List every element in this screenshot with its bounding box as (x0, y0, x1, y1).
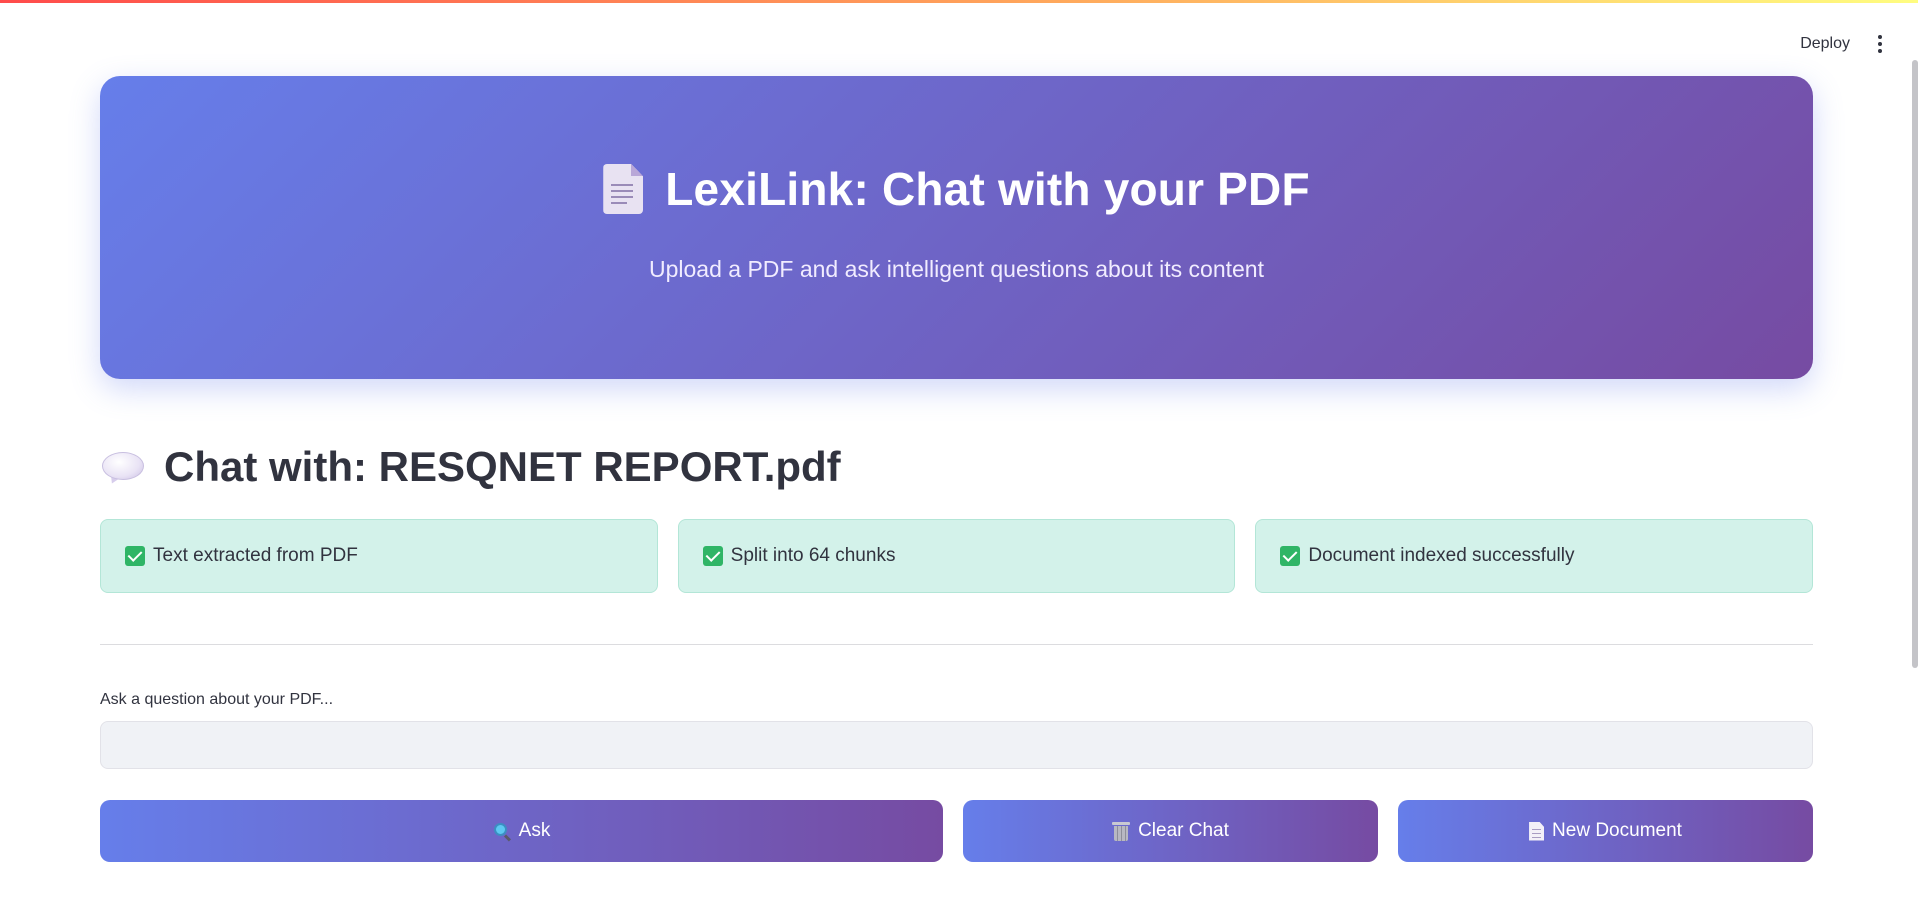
app-header-actions: Deploy (1800, 30, 1890, 58)
check-icon (1280, 546, 1301, 566)
hero-title: LexiLink: Chat with your PDF (665, 163, 1310, 215)
chat-heading: Chat with: RESQNET REPORT.pdf (164, 443, 841, 490)
clear-chat-button-label: Clear Chat (1138, 820, 1229, 841)
question-input[interactable] (100, 721, 1813, 769)
chat-heading-row: Chat with: RESQNET REPORT.pdf (100, 443, 1813, 491)
check-icon (702, 546, 723, 566)
page-scrollbar[interactable] (1912, 60, 1918, 668)
status-text: Document indexed successfully (1308, 545, 1575, 566)
trash-icon (1112, 821, 1131, 841)
kebab-menu-icon[interactable] (1870, 30, 1890, 58)
ask-button-label: Ask (518, 820, 551, 841)
hero-title-row: LexiLink: Chat with your PDF (603, 162, 1310, 216)
status-card-indexed: Document indexed successfully (1255, 519, 1814, 593)
status-row: Text extracted from PDF Split into 64 ch… (100, 519, 1814, 593)
new-document-button-label: New Document (1552, 820, 1682, 841)
hero-banner: LexiLink: Chat with your PDF Upload a PD… (100, 76, 1813, 379)
question-label: Ask a question about your PDF... (100, 691, 334, 708)
section-divider (100, 644, 1813, 645)
status-card-extracted: Text extracted from PDF (100, 519, 658, 593)
check-icon (125, 546, 145, 566)
speech-balloon-icon (100, 450, 146, 487)
hero-subtitle: Upload a PDF and ask intelligent questio… (649, 256, 1264, 282)
status-text: Split into 64 chunks (730, 545, 896, 566)
top-decoration-bar (0, 0, 1918, 3)
status-text: Text extracted from PDF (153, 545, 358, 566)
page-icon (1529, 821, 1545, 841)
status-card-chunks: Split into 64 chunks (677, 519, 1236, 593)
new-document-button[interactable]: New Document (1398, 800, 1813, 862)
main-content: LexiLink: Chat with your PDF Upload a PD… (100, 76, 1814, 862)
document-icon (603, 164, 644, 214)
ask-button[interactable]: Ask (100, 800, 943, 862)
magnifier-icon (493, 822, 511, 842)
clear-chat-button[interactable]: Clear Chat (963, 800, 1378, 862)
action-button-row: Ask Clear Chat New Document (100, 800, 1813, 862)
deploy-button[interactable]: Deploy (1800, 35, 1850, 53)
